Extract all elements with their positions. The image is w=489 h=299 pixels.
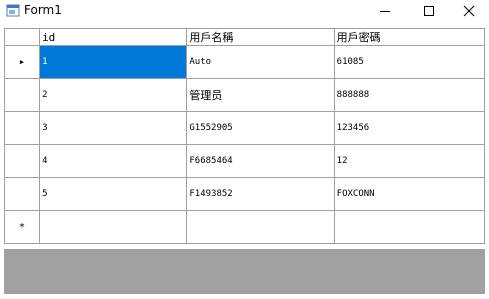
app-icon	[6, 4, 20, 17]
row-header-cell[interactable]	[3, 177, 41, 211]
data-table: id 用戶名稱 用戶密碼 ▶ 1 Auto 61085 2 管理员 888888…	[3, 28, 486, 244]
datagridview[interactable]: id 用戶名稱 用戶密碼 ▶ 1 Auto 61085 2 管理员 888888…	[3, 28, 486, 249]
row-header-cell[interactable]	[3, 111, 41, 145]
table-row[interactable]: 3 G1552905 123456	[3, 111, 486, 145]
close-icon	[463, 5, 475, 17]
cell-id[interactable]: 2	[39, 78, 188, 112]
cell-password[interactable]: FOXCONN	[333, 177, 486, 211]
minimize-icon	[380, 11, 390, 12]
row-header-cell[interactable]: *	[3, 210, 41, 244]
maximize-icon	[424, 6, 434, 16]
form1-window: Form1 id 用戶名稱 用戶密碼 ▶ 1 Auto 61085 2 管理员 …	[0, 0, 489, 299]
column-header-password[interactable]: 用戶密碼	[333, 28, 486, 46]
cell-password[interactable]: 888888	[333, 78, 486, 112]
new-row-cell-password[interactable]	[333, 210, 486, 244]
table-row[interactable]: ▶ 1 Auto 61085	[3, 45, 486, 79]
top-left-header-cell[interactable]	[3, 28, 41, 46]
new-row-cell-id[interactable]	[39, 210, 188, 244]
cell-username[interactable]: 管理员	[186, 78, 335, 112]
maximize-button[interactable]	[409, 0, 449, 22]
current-row-arrow-icon: ▶	[19, 58, 25, 66]
column-header-username[interactable]: 用戶名稱	[186, 28, 335, 46]
window-title: Form1	[24, 3, 62, 17]
row-header-cell[interactable]	[3, 78, 41, 112]
cell-id[interactable]: 3	[39, 111, 188, 145]
minimize-button[interactable]	[365, 0, 405, 22]
table-row[interactable]: 5 F1493852 FOXCONN	[3, 177, 486, 211]
cell-username[interactable]: F6685464	[186, 144, 335, 178]
new-row[interactable]: *	[3, 210, 486, 244]
table-row[interactable]: 4 F6685464 12	[3, 144, 486, 178]
table-row[interactable]: 2 管理员 888888	[3, 78, 486, 112]
cell-id[interactable]: 5	[39, 177, 188, 211]
cell-id[interactable]: 4	[39, 144, 188, 178]
cell-password[interactable]: 61085	[333, 45, 486, 79]
new-row-cell-username[interactable]	[186, 210, 335, 244]
row-header-cell[interactable]	[3, 144, 41, 178]
new-row-asterisk-icon: *	[19, 221, 26, 233]
row-header-cell[interactable]: ▶	[3, 45, 41, 79]
close-button[interactable]	[449, 0, 489, 22]
cell-id[interactable]: 1	[39, 45, 188, 79]
cell-username[interactable]: Auto	[186, 45, 335, 79]
column-header-id[interactable]: id	[39, 28, 188, 46]
cell-username[interactable]: F1493852	[186, 177, 335, 211]
cell-username[interactable]: G1552905	[186, 111, 335, 145]
cell-password[interactable]: 123456	[333, 111, 486, 145]
title-bar[interactable]: Form1	[0, 0, 489, 24]
cell-password[interactable]: 12	[333, 144, 486, 178]
column-header-row: id 用戶名稱 用戶密碼	[3, 28, 486, 46]
datagridview-background[interactable]: id 用戶名稱 用戶密碼 ▶ 1 Auto 61085 2 管理员 888888…	[3, 28, 486, 294]
